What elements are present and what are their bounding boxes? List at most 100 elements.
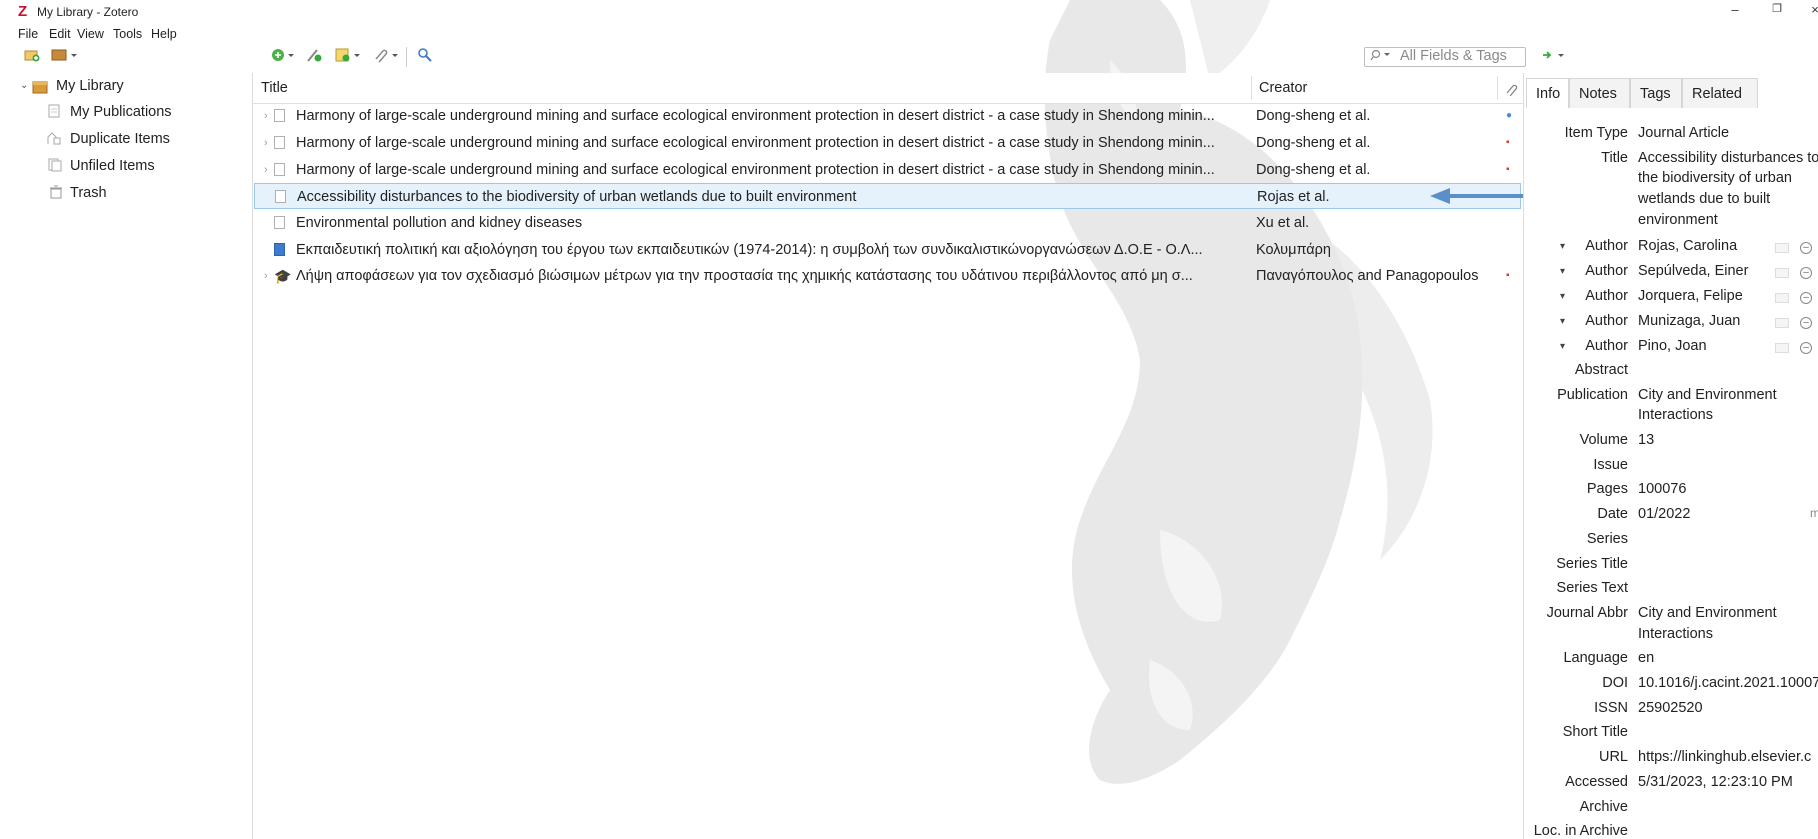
table-row[interactable]: Εκπαιδευτική πολιτική και αξιολόγηση του… bbox=[254, 237, 1521, 263]
table-row[interactable]: › Harmony of large-scale underground min… bbox=[254, 130, 1521, 156]
advanced-search-icon[interactable] bbox=[417, 47, 433, 67]
row-title: Λήψη αποφάσεων για τον σχεδιασμό βιώσιμω… bbox=[296, 268, 1193, 284]
column-separator[interactable] bbox=[1251, 76, 1252, 100]
row-twisty-icon[interactable]: › bbox=[264, 157, 268, 183]
field-value-author[interactable]: Rojas, Carolina bbox=[1638, 238, 1737, 254]
author-mode-switch-icon[interactable] bbox=[1775, 243, 1789, 253]
remove-author-icon[interactable]: – bbox=[1800, 317, 1812, 329]
field-value-doi[interactable]: 10.1016/j.cacint.2021.10007 bbox=[1638, 675, 1818, 691]
field-value-pages[interactable]: 100076 bbox=[1638, 481, 1686, 497]
minimize-button[interactable]: – bbox=[1715, 2, 1755, 22]
table-row[interactable]: › Harmony of large-scale underground min… bbox=[254, 103, 1521, 129]
field-value-journal-abbr-line2[interactable]: Interactions bbox=[1638, 626, 1713, 642]
field-value-author[interactable]: Sepúlveda, Einer bbox=[1638, 263, 1748, 279]
field-value-author[interactable]: Munizaga, Juan bbox=[1638, 313, 1740, 329]
close-button[interactable]: × bbox=[1795, 2, 1818, 22]
field-label-author: Author bbox=[1585, 238, 1628, 254]
note-attachment-icon[interactable]: ● bbox=[1506, 103, 1512, 129]
tab-info[interactable]: Info bbox=[1526, 78, 1569, 108]
new-library-icon[interactable] bbox=[51, 47, 79, 67]
row-title: Harmony of large-scale underground minin… bbox=[296, 162, 1215, 178]
collection-my-publications[interactable]: My Publications bbox=[70, 104, 172, 120]
row-twisty-icon[interactable]: › bbox=[264, 103, 268, 129]
row-creator: Dong-sheng et al. bbox=[1256, 108, 1371, 124]
field-value-accessed[interactable]: 5/31/2023, 12:23:10 PM bbox=[1638, 774, 1793, 790]
field-label-item-type: Item Type bbox=[1564, 125, 1628, 141]
field-value-author[interactable]: Jorquera, Felipe bbox=[1638, 288, 1743, 304]
add-attachment-icon[interactable] bbox=[372, 47, 402, 67]
author-mode-switch-icon[interactable] bbox=[1775, 343, 1789, 353]
new-collection-icon[interactable] bbox=[24, 47, 40, 67]
collection-duplicate-items[interactable]: Duplicate Items bbox=[70, 131, 170, 147]
book-icon bbox=[274, 243, 285, 256]
author-mode-switch-icon[interactable] bbox=[1775, 293, 1789, 303]
journal-article-icon bbox=[274, 109, 285, 122]
author-mode-switch-icon[interactable] bbox=[1775, 318, 1789, 328]
items-table-header bbox=[253, 73, 1523, 104]
author-mode-switch-icon[interactable] bbox=[1775, 268, 1789, 278]
field-value-publication-line1[interactable]: City and Environment bbox=[1638, 387, 1777, 403]
menu-edit[interactable]: Edit bbox=[49, 27, 71, 41]
row-twisty-icon[interactable]: › bbox=[264, 263, 268, 289]
field-value-publication-line2[interactable]: Interactions bbox=[1638, 407, 1713, 423]
collection-trash[interactable]: Trash bbox=[70, 185, 107, 201]
remove-author-icon[interactable]: – bbox=[1800, 342, 1812, 354]
library-twisty-icon[interactable]: ⌄ bbox=[20, 80, 28, 91]
collection-my-library[interactable]: My Library bbox=[56, 78, 124, 94]
new-item-icon[interactable] bbox=[270, 47, 298, 67]
publications-icon bbox=[48, 104, 60, 121]
column-header-creator[interactable]: Creator bbox=[1259, 80, 1307, 96]
field-value-title-line4[interactable]: environment bbox=[1638, 212, 1718, 228]
collection-unfiled-items[interactable]: Unfiled Items bbox=[70, 158, 155, 174]
restore-button[interactable]: ❐ bbox=[1757, 2, 1797, 22]
field-value-issn[interactable]: 25902520 bbox=[1638, 700, 1703, 716]
field-label-issue: Issue bbox=[1593, 457, 1628, 473]
menu-tools[interactable]: Tools bbox=[113, 27, 142, 41]
row-creator: Xu et al. bbox=[1256, 215, 1310, 231]
field-value-title-line2[interactable]: the biodiversity of urban bbox=[1638, 170, 1792, 186]
field-label-series: Series bbox=[1586, 531, 1628, 547]
table-row[interactable]: › 🎓 Λήψη αποφάσεων για τον σχεδιασμό βιώ… bbox=[254, 263, 1521, 289]
row-creator: Παναγόπουλος and Panagopoulos bbox=[1256, 268, 1479, 284]
trash-icon bbox=[49, 185, 63, 202]
column-separator[interactable] bbox=[1497, 76, 1498, 100]
menu-help[interactable]: Help bbox=[151, 27, 177, 41]
field-value-date[interactable]: 01/2022 bbox=[1638, 506, 1690, 522]
add-by-identifier-icon[interactable] bbox=[305, 47, 323, 67]
remove-author-icon[interactable]: – bbox=[1800, 292, 1812, 304]
attachments-column-icon[interactable] bbox=[1504, 82, 1518, 99]
row-creator: Dong-sheng et al. bbox=[1256, 135, 1371, 151]
tab-related[interactable]: Related bbox=[1682, 78, 1758, 108]
field-label-author: Author bbox=[1585, 313, 1628, 329]
new-note-icon[interactable] bbox=[334, 47, 364, 67]
duplicates-icon bbox=[46, 131, 62, 148]
title-bar bbox=[0, 0, 1818, 25]
table-row[interactable]: › Harmony of large-scale underground min… bbox=[254, 157, 1521, 183]
column-header-title[interactable]: Title bbox=[261, 80, 288, 96]
sync-icon[interactable] bbox=[1540, 47, 1570, 67]
remove-author-icon[interactable]: – bbox=[1800, 267, 1812, 279]
table-row[interactable]: Environmental pollution and kidney disea… bbox=[254, 210, 1521, 236]
tab-notes[interactable]: Notes bbox=[1569, 78, 1630, 108]
field-label-url: URL bbox=[1598, 749, 1628, 765]
tab-tags[interactable]: Tags bbox=[1630, 78, 1682, 108]
row-twisty-icon[interactable]: › bbox=[264, 130, 268, 156]
menu-file[interactable]: File bbox=[18, 27, 38, 41]
pdf-attachment-icon[interactable]: ▪ bbox=[1506, 263, 1510, 289]
journal-article-icon bbox=[275, 190, 286, 203]
remove-author-icon[interactable]: – bbox=[1800, 242, 1812, 254]
pdf-attachment-icon[interactable]: ▪ bbox=[1506, 157, 1510, 183]
pdf-attachment-icon[interactable]: ▪ bbox=[1506, 130, 1510, 156]
table-row-selected[interactable]: Accessibility disturbances to the biodiv… bbox=[254, 183, 1521, 209]
field-value-author[interactable]: Pino, Joan bbox=[1638, 338, 1707, 354]
field-label-doi: DOI bbox=[1602, 675, 1628, 691]
field-value-url[interactable]: https://linkinghub.elsevier.c bbox=[1638, 749, 1811, 765]
field-value-language[interactable]: en bbox=[1638, 650, 1654, 666]
menu-view[interactable]: View bbox=[77, 27, 104, 41]
field-value-volume[interactable]: 13 bbox=[1638, 432, 1654, 448]
field-value-title-line1[interactable]: Accessibility disturbances to bbox=[1638, 150, 1818, 166]
field-value-item-type[interactable]: Journal Article bbox=[1638, 125, 1729, 141]
field-value-title-line3[interactable]: wetlands due to built bbox=[1638, 191, 1770, 207]
field-label-journal-abbr: Journal Abbr bbox=[1546, 605, 1628, 621]
field-value-journal-abbr-line1[interactable]: City and Environment bbox=[1638, 605, 1777, 621]
